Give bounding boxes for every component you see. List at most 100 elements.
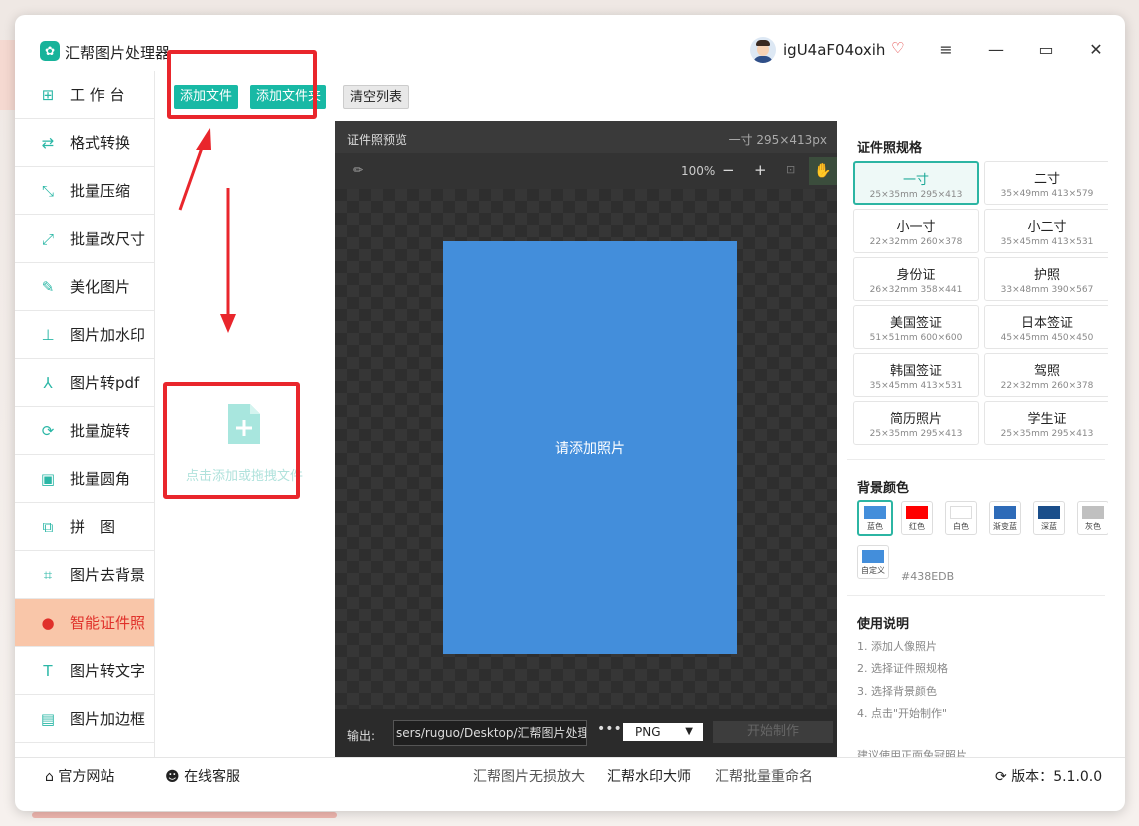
sidebar-item-compress[interactable]: ⤡ 批量压缩 — [15, 167, 154, 215]
help-step: 1. 添加人像照片 — [857, 640, 937, 653]
sidebar-item-resize[interactable]: ⤢ 批量改尺寸 — [15, 215, 154, 263]
format-select[interactable]: PNG ▼ — [623, 723, 703, 741]
sidebar: ⊞ 工 作 台 ⇄ 格式转换 ⤡ 批量压缩 ⤢ 批量改尺寸 ✎ 美化图片 ⊥ 图片加水印 ⅄… — [15, 71, 155, 757]
person-icon: ● — [41, 613, 55, 632]
spec-option[interactable]: 护照 33×48mm 390×567 — [984, 257, 1108, 301]
sidebar-item-to-pdf[interactable]: ⅄ 图片转pdf — [15, 359, 154, 407]
spec-option[interactable]: 身份证 26×32mm 358×441 — [853, 257, 979, 301]
close-icon[interactable]: ✕ — [1085, 39, 1107, 61]
sidebar-item-label: 图片去背景 — [70, 566, 146, 584]
sidebar-item-remove-bg[interactable]: ⌗ 图片去背景 — [15, 551, 154, 599]
sidebar-item-workbench[interactable]: ⊞ 工 作 台 — [15, 71, 154, 119]
format-value: PNG — [635, 725, 661, 739]
hand-tool-icon[interactable]: ✋ — [809, 157, 837, 185]
spec-option[interactable]: 一寸 25×35mm 295×413 — [853, 161, 979, 205]
sidebar-item-puzzle[interactable]: ⧉ 拼 图 — [15, 503, 154, 551]
start-button[interactable]: 开始制作 — [713, 721, 833, 743]
chevron-down-icon: ▼ — [685, 726, 693, 737]
help-step: 4. 点击"开始制作" — [857, 707, 948, 720]
spec-option[interactable]: 美国签证 51×51mm 600×600 — [853, 305, 979, 349]
clear-list-button[interactable]: 清空列表 — [343, 85, 410, 109]
preview-canvas: 请添加照片 — [335, 189, 837, 709]
fit-icon[interactable]: ⊡ — [786, 163, 795, 176]
background-title: 背景颜色 — [857, 481, 910, 496]
sidebar-item-rotate[interactable]: ⟳ 批量旋转 — [15, 407, 154, 455]
color-swatch[interactable]: 白色 — [945, 501, 977, 535]
spec-option[interactable]: 学生证 25×35mm 295×413 — [984, 401, 1108, 445]
minimize-icon[interactable]: — — [985, 39, 1007, 61]
sidebar-item-watermark[interactable]: ⊥ 图片加水印 — [15, 311, 154, 359]
support-link[interactable]: ☻ 在线客服 — [165, 766, 240, 786]
sidebar-item-label: 批量压缩 — [70, 182, 131, 200]
footer-link-watermark[interactable]: 汇帮水印大师 — [607, 766, 691, 786]
footer-link-upscale[interactable]: 汇帮图片无损放大 — [473, 766, 585, 786]
sidebar-item-ocr[interactable]: T 图片转文字 — [15, 647, 154, 695]
sidebar-item-round-corner[interactable]: ▣ 批量圆角 — [15, 455, 154, 503]
divider — [847, 459, 1105, 460]
color-swatch-custom[interactable]: 自定义 — [857, 545, 889, 579]
color-swatch[interactable]: 灰色 — [1077, 501, 1108, 535]
spec-option[interactable]: 日本签证 45×45mm 450×450 — [984, 305, 1108, 349]
version-info: ⟳ 版本：5.1.0.0 — [995, 769, 1103, 785]
color-swatch[interactable]: 渐变蓝 — [989, 501, 1021, 535]
sidebar-item-label: 批量改尺寸 — [70, 230, 146, 248]
swatch-chip — [994, 506, 1016, 519]
spec-option[interactable]: 小二寸 35×45mm 413×531 — [984, 209, 1108, 253]
home-icon: ⌂ — [45, 769, 54, 785]
menu-icon[interactable]: ≡ — [935, 39, 957, 61]
help-tip: 建议使用正面免冠照片 — [857, 749, 967, 757]
sidebar-item-label: 图片加水印 — [70, 326, 146, 344]
sidebar-item-label: 图片转文字 — [70, 662, 146, 680]
color-swatch[interactable]: 蓝色 — [857, 500, 893, 536]
beautify-icon: ✎ — [41, 277, 55, 296]
help-step: 2. 选择证件照规格 — [857, 662, 948, 675]
avatar[interactable] — [750, 37, 776, 63]
output-path-field[interactable]: sers/ruguo/Desktop/汇帮图片处理器 — [393, 720, 587, 746]
swatch-chip — [864, 506, 886, 519]
spec-option[interactable]: 小一寸 22×32mm 260×378 — [853, 209, 979, 253]
username[interactable]: igU4aF04oxih — [783, 41, 885, 59]
app-logo-icon: ✿ — [40, 41, 60, 61]
round-corner-icon: ▣ — [40, 469, 56, 488]
website-link[interactable]: ⌂ 官方网站 — [45, 766, 114, 786]
color-swatch[interactable]: 红色 — [901, 501, 933, 535]
color-swatch[interactable]: 深蓝 — [1033, 501, 1065, 535]
rotate-icon: ⟳ — [41, 421, 55, 440]
pdf-icon: ⅄ — [43, 373, 53, 392]
photo-placeholder[interactable]: 请添加照片 — [443, 241, 737, 654]
footer-link-rename[interactable]: 汇帮批量重命名 — [715, 766, 813, 786]
zoom-in-icon[interactable]: + — [754, 161, 767, 179]
spec-option[interactable]: 二寸 35×49mm 413×579 — [984, 161, 1108, 205]
background-decoration-bottom — [32, 812, 337, 818]
edit-icon[interactable]: ✏ — [353, 163, 363, 177]
sidebar-item-label: 图片转pdf — [70, 374, 140, 392]
spec-option[interactable]: 韩国签证 35×45mm 413×531 — [853, 353, 979, 397]
maximize-icon[interactable]: ▭ — [1035, 39, 1057, 61]
output-label: 输出: — [347, 729, 376, 743]
sidebar-item-label: 图片加边框 — [70, 710, 146, 728]
color-hex-value: #438EDB — [901, 570, 955, 583]
zoom-level: 100% — [681, 164, 716, 178]
help-step: 3. 选择背景颜色 — [857, 685, 937, 698]
vip-heart-icon[interactable]: ♡ — [891, 39, 904, 57]
zoom-out-icon[interactable]: − — [722, 161, 735, 179]
footer-bar: ⌂ 官方网站 ☻ 在线客服 汇帮图片无损放大 汇帮水印大师 汇帮批量重命名 ⟳ … — [15, 757, 1125, 793]
crop-icon: ⌗ — [43, 565, 53, 584]
sidebar-item-label: 智能证件照 — [70, 614, 146, 632]
app-title: 汇帮图片处理器 — [65, 44, 171, 62]
refresh-icon[interactable]: ⟳ — [995, 769, 1007, 785]
annotation-arrows — [178, 128, 236, 333]
sidebar-item-format-convert[interactable]: ⇄ 格式转换 — [15, 119, 154, 167]
sidebar-item-beautify[interactable]: ✎ 美化图片 — [15, 263, 154, 311]
spec-option[interactable]: 简历照片 25×35mm 295×413 — [853, 401, 979, 445]
resize-icon: ⤢ — [41, 229, 54, 248]
sidebar-item-id-photo[interactable]: ● 智能证件照 — [15, 599, 154, 647]
browse-dots-button[interactable]: ••• — [597, 721, 622, 737]
spec-option[interactable]: 驾照 22×32mm 260×378 — [984, 353, 1108, 397]
watermark-icon: ⊥ — [41, 325, 55, 344]
settings-panel: 证件照规格 一寸 25×35mm 295×413 二寸 35×49mm 413×57… — [837, 121, 1108, 757]
text-icon: T — [43, 661, 53, 680]
sidebar-item-label: 拼 图 — [70, 518, 116, 536]
sidebar-item-frame[interactable]: ▤ 图片加边框 — [15, 695, 154, 743]
annotation-box-toolbar — [167, 50, 317, 119]
